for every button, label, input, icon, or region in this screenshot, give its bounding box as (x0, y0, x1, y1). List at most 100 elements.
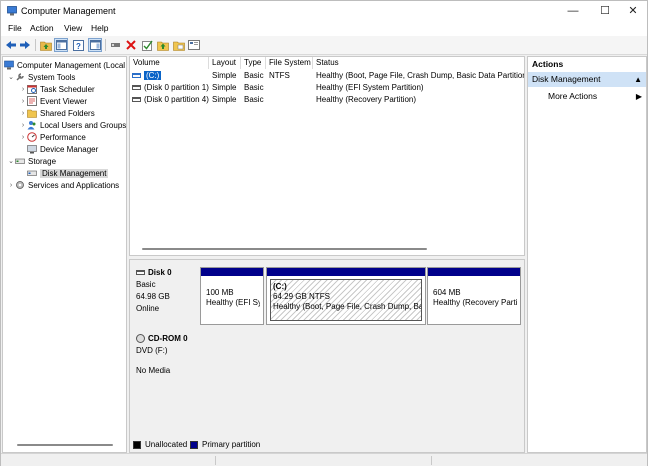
drive-icon (132, 73, 141, 79)
tree-item-device-manager[interactable]: Device Manager (27, 143, 98, 155)
volume-list-horizontal-scrollbar[interactable] (142, 244, 442, 254)
actions-header: Actions (532, 59, 564, 69)
chevron-right-icon[interactable]: › (19, 134, 27, 141)
volume-list-pane: Volume Layout Type File System Status (C… (129, 56, 525, 256)
tree-label: Shared Folders (40, 108, 95, 118)
tree-item-task-scheduler[interactable]: › Task Scheduler (19, 83, 95, 95)
show-action-pane-button[interactable] (88, 38, 102, 52)
disk-0-label[interactable]: Disk 0 Basic 64.98 GB Online (130, 263, 199, 325)
volume-layout: Simple (212, 71, 237, 80)
table-row[interactable]: (Disk 0 partition 1) Simple Basic Health… (130, 82, 524, 93)
partition-recovery[interactable]: 604 MB Healthy (Recovery Partit (427, 267, 521, 325)
actions-section-disk-management[interactable]: Disk Management ▲ (528, 72, 646, 87)
partition-c[interactable]: (C:) 64.29 GB NTFS Healthy (Boot, Page F… (266, 267, 426, 325)
tree-label: Performance (40, 132, 86, 142)
volume-name: (Disk 0 partition 4) (144, 95, 209, 104)
status-divider (215, 456, 216, 465)
open-folder-icon (157, 41, 169, 51)
table-row[interactable]: (C:) Simple Basic NTFS Healthy (Boot, Pa… (130, 70, 525, 81)
up-one-level-button[interactable] (39, 38, 53, 52)
legend-label: Primary partition (202, 440, 261, 449)
show-hide-tree-icon (55, 40, 67, 50)
legend-unallocated: Unallocated (133, 440, 187, 449)
column-header-type[interactable]: Type (241, 57, 266, 69)
tree-item-disk-management[interactable]: Disk Management (27, 167, 109, 179)
computer-management-icon (4, 60, 14, 70)
back-button[interactable] (4, 38, 18, 52)
volume-type: Basic (244, 71, 264, 80)
tree-item-event-viewer[interactable]: › Event Viewer (19, 95, 87, 107)
performance-icon (27, 132, 37, 142)
cdrom-0-label[interactable]: CD-ROM 0 DVD (F:) No Media (130, 329, 199, 434)
disk-state: Online (136, 304, 160, 313)
volume-status: Healthy (Boot, Page File, Crash Dump, Ba… (316, 71, 525, 80)
table-row[interactable]: (Disk 0 partition 4) Simple Basic Health… (130, 94, 524, 105)
chevron-right-icon[interactable]: › (7, 182, 15, 189)
view-button[interactable] (187, 38, 201, 52)
services-icon (16, 181, 24, 189)
legend-label: Unallocated (145, 440, 188, 449)
tree-item-local-users-and-groups[interactable]: › Local Users and Groups (19, 119, 126, 131)
collapse-up-icon[interactable]: ▲ (634, 72, 642, 87)
column-header-status[interactable]: Status (313, 57, 524, 69)
minimize-icon: — (567, 5, 579, 17)
help-button[interactable]: ? (71, 38, 85, 52)
partition-status: Healthy (Recovery Partit (433, 298, 517, 307)
cdrom-title: CD-ROM 0 (148, 334, 188, 343)
check-button[interactable] (140, 38, 154, 52)
show-hide-console-tree-button[interactable] (54, 38, 68, 52)
scrollbar-thumb[interactable] (142, 248, 427, 250)
volume-type: Basic (244, 83, 264, 92)
menu-action[interactable]: Action (30, 23, 54, 33)
column-header-file-system[interactable]: File System (266, 57, 313, 69)
delete-icon (126, 40, 136, 50)
disk-title: Disk 0 (148, 268, 172, 277)
tree-label: System Tools (28, 72, 76, 82)
minimize-button[interactable]: — (557, 1, 589, 21)
volume-name: (Disk 0 partition 1) (144, 83, 209, 92)
chevron-right-icon[interactable]: › (19, 98, 27, 105)
tree-item-system-tools[interactable]: ⌄ System Tools (7, 71, 75, 83)
tree-item-storage[interactable]: ⌄ Storage (7, 155, 56, 167)
connect-button[interactable] (109, 38, 123, 52)
chevron-right-icon[interactable]: › (19, 86, 27, 93)
chevron-down-icon[interactable]: ⌄ (7, 157, 15, 165)
close-button[interactable]: ✕ (617, 1, 648, 21)
tree-item-performance[interactable]: › Performance (19, 131, 86, 143)
partition-status: Healthy (EFI Syst (206, 298, 260, 307)
cdrom-drive: DVD (F:) (136, 346, 168, 355)
tree-item-services-and-applications[interactable]: › Services and Applications (7, 179, 119, 191)
task-scheduler-icon (27, 85, 37, 94)
forward-button[interactable] (18, 38, 32, 52)
scrollbar-thumb[interactable] (17, 444, 113, 446)
title-bar[interactable]: Computer Management — ☐ ✕ (1, 1, 647, 21)
properties-icon (89, 40, 101, 50)
tree-item-shared-folders[interactable]: › Shared Folders (19, 107, 95, 119)
chevron-right-icon[interactable]: › (19, 110, 27, 117)
more-actions-item[interactable]: More Actions ▶ (528, 89, 646, 104)
tree-label: Device Manager (40, 144, 99, 154)
shared-folders-icon (27, 109, 37, 118)
chevron-down-icon[interactable]: ⌄ (7, 73, 15, 81)
partition-efi[interactable]: 100 MB Healthy (EFI Syst (200, 267, 264, 325)
volume-layout: Simple (212, 83, 237, 92)
chevron-right-icon[interactable]: › (19, 122, 27, 129)
primary-partition-bar (428, 268, 520, 276)
window-title: Computer Management (21, 6, 116, 16)
delete-button[interactable] (124, 38, 138, 52)
cdrom-empty-area (200, 329, 521, 434)
menu-view[interactable]: View (64, 23, 82, 33)
tree-label: Computer Management (Local (17, 60, 126, 70)
volume-file-system: NTFS (269, 71, 290, 80)
menu-help[interactable]: Help (91, 23, 108, 33)
tree-item-computer-management[interactable]: Computer Management (Local (4, 59, 125, 71)
disk-type: Basic (136, 280, 156, 289)
menu-file[interactable]: File (8, 23, 22, 33)
system-tools-icon (16, 73, 24, 81)
column-header-layout[interactable]: Layout (209, 57, 241, 69)
tree-horizontal-scrollbar[interactable] (17, 440, 113, 450)
folder-button[interactable] (172, 38, 186, 52)
open-folder-button[interactable] (156, 38, 170, 52)
column-header-volume[interactable]: Volume (130, 57, 209, 69)
device-manager-icon (27, 145, 37, 154)
